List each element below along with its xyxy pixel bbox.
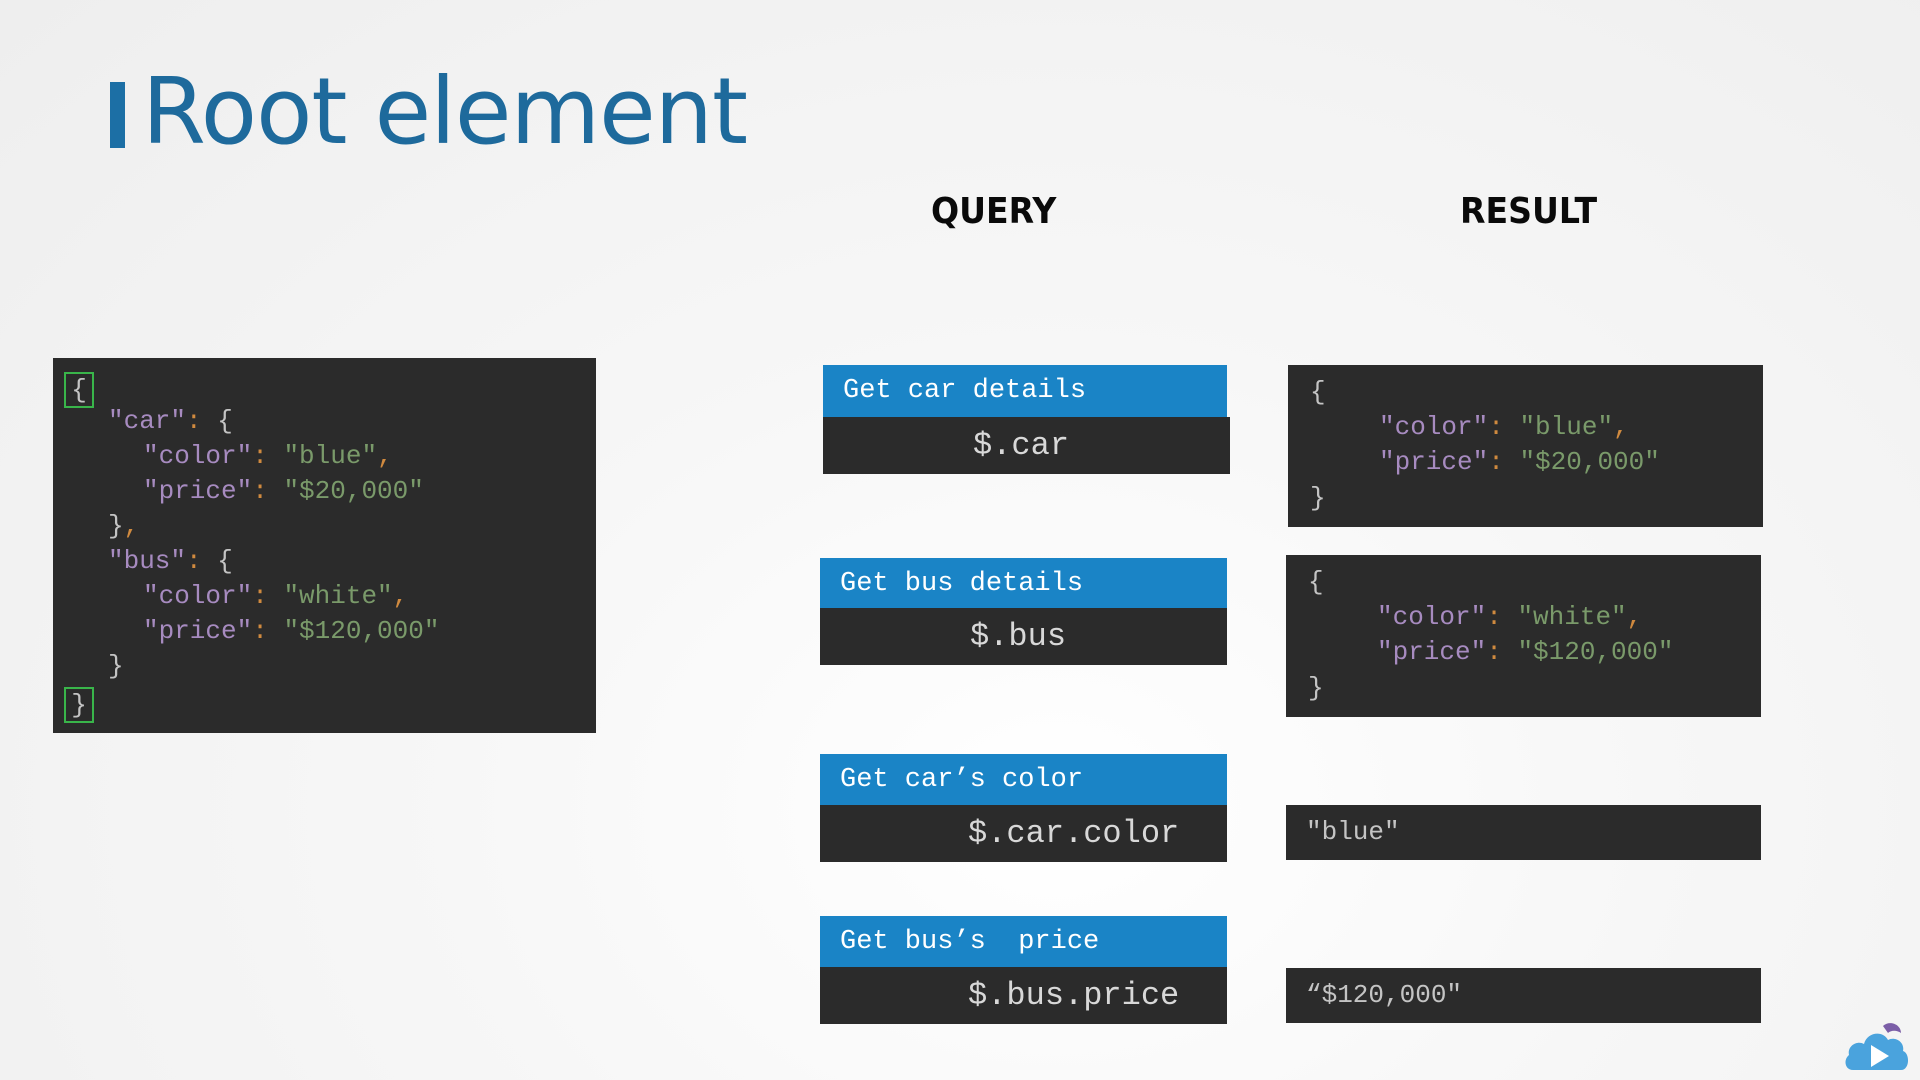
json-document: { "car": { "color": "blue", "price": "$2…: [53, 358, 596, 733]
query-label-bus-details: Get bus details: [820, 558, 1227, 610]
json-value: "$120,000": [1517, 637, 1674, 667]
json-key: "bus": [108, 546, 187, 576]
json-key: "price": [143, 616, 253, 646]
json-value: "white": [1517, 602, 1627, 632]
json-key: "price": [143, 476, 253, 506]
result-bus-object: { "color": "white", "price": "$120,000" …: [1286, 555, 1761, 717]
result-close-brace: }: [1308, 673, 1324, 703]
result-value: "blue": [1306, 817, 1400, 847]
json-value: "blue": [283, 441, 378, 471]
json-line-bus-close: }: [108, 651, 124, 681]
json-value: "white": [283, 581, 393, 611]
json-key: "color": [1379, 412, 1489, 442]
json-line-bus-color: "color": "white",: [143, 581, 409, 611]
json-value: "$120,000": [283, 616, 440, 646]
query-column-header: QUERY: [931, 191, 1057, 232]
title-accent-bar: [110, 82, 125, 148]
result-value: “$120,000": [1306, 980, 1463, 1010]
root-open-brace: {: [64, 372, 94, 408]
json-value: "$20,000": [1519, 447, 1660, 477]
json-key: "price": [1379, 447, 1489, 477]
result-line-color: "color": "white",: [1377, 602, 1643, 632]
result-open-brace: {: [1310, 377, 1326, 407]
json-line-bus: "bus": {: [108, 546, 233, 576]
query-label-car-color: Get car’s color: [820, 754, 1227, 806]
result-car-object: { "color": "blue", "price": "$20,000" }: [1288, 365, 1763, 527]
json-line-car: "car": {: [108, 406, 233, 436]
query-label-car-details: Get car details: [823, 365, 1227, 417]
query-label-bus-price: Get bus’s price: [820, 916, 1227, 968]
result-close-brace: }: [1310, 483, 1326, 513]
json-value: "blue": [1519, 412, 1614, 442]
json-key: "color": [143, 441, 253, 471]
query-expression-car: $.car: [823, 417, 1230, 474]
result-column-header: RESULT: [1460, 191, 1598, 232]
root-close-brace: }: [64, 687, 94, 723]
json-line-bus-price: "price": "$120,000": [143, 616, 440, 646]
query-expression-car-color: $.car.color: [820, 805, 1227, 862]
json-value: "$20,000": [283, 476, 424, 506]
json-key: "price": [1377, 637, 1487, 667]
json-key: "color": [1377, 602, 1487, 632]
query-expression-bus: $.bus: [820, 608, 1227, 665]
result-line-color: "color": "blue",: [1379, 412, 1629, 442]
json-line-car-color: "color": "blue",: [143, 441, 393, 471]
result-car-color: "blue": [1286, 805, 1761, 860]
json-line-car-price: "price": "$20,000": [143, 476, 424, 506]
result-line-price: "price": "$20,000": [1379, 447, 1660, 477]
slide-title: Root element: [142, 58, 748, 165]
json-key: "car": [108, 406, 187, 436]
json-key: "color": [143, 581, 253, 611]
json-line-car-close: },: [108, 511, 140, 541]
result-open-brace: {: [1308, 567, 1324, 597]
result-line-price: "price": "$120,000": [1377, 637, 1674, 667]
query-expression-bus-price: $.bus.price: [820, 967, 1227, 1024]
cloud-play-logo-icon: [1845, 1023, 1909, 1070]
result-bus-price: “$120,000": [1286, 968, 1761, 1023]
